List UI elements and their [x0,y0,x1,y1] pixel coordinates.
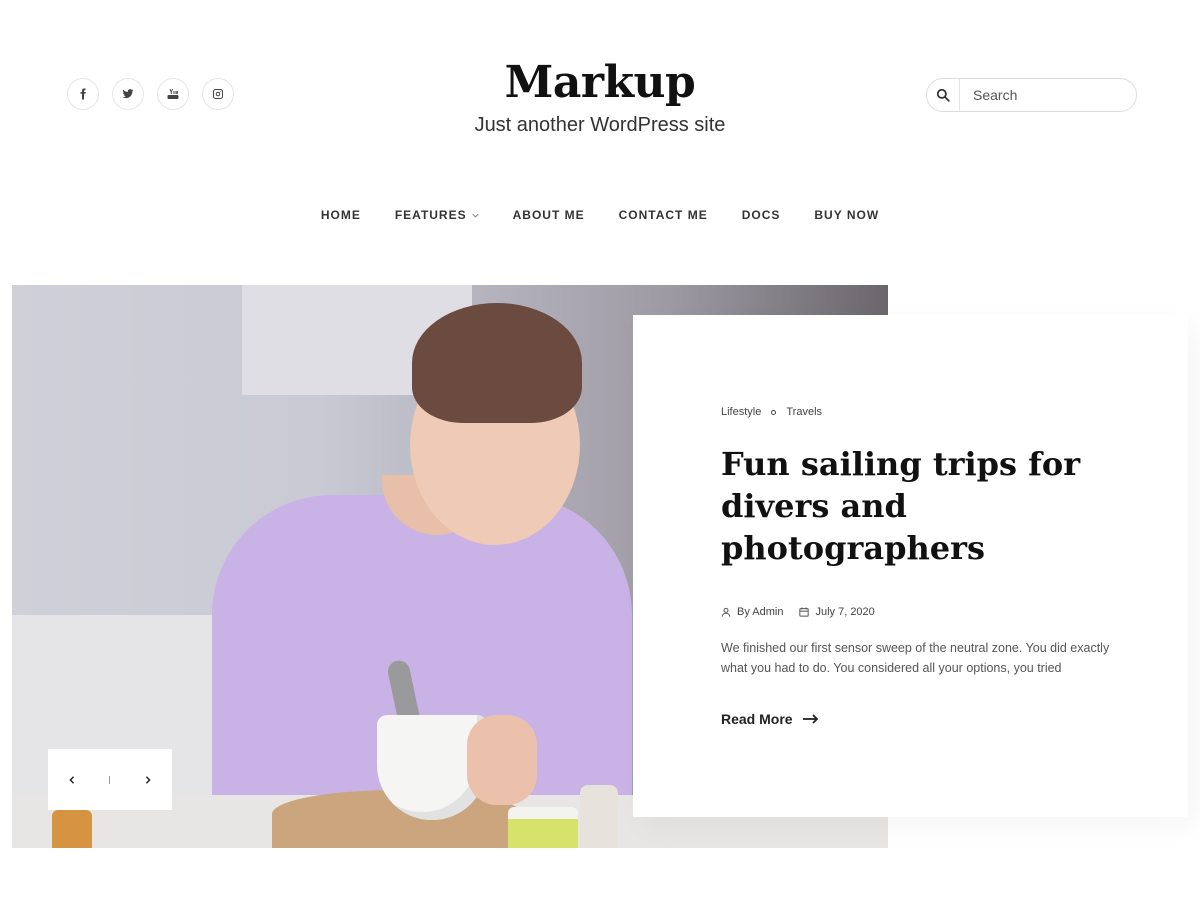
nav-item-label: DOCS [741,208,781,222]
nav-item-label: FEATURES [394,208,467,222]
nav-item-label: BUY NOW [814,208,880,222]
slider-prev-button[interactable] [62,770,82,790]
user-icon [721,607,731,617]
nav-item-about-me[interactable]: ABOUT ME [513,208,585,222]
glass-bottle [580,785,618,848]
chevron-right-icon [146,775,151,784]
post-categories: Lifestyle Travels [721,406,822,418]
featured-post-card: Lifestyle Travels Fun sailing trips for … [633,315,1188,817]
slider-controls [48,749,172,810]
nav-item-label: HOME [320,208,361,222]
post-author[interactable]: By Admin [721,606,783,618]
woman-hand [467,715,537,805]
post-excerpt: We finished our first sensor sweep of th… [721,641,1110,675]
read-more-label: Read More [721,711,793,727]
nav-item-features[interactable]: FEATURES [395,208,479,222]
post-author-label: By Admin [737,606,784,618]
nav-item-label: CONTACT ME [618,208,708,222]
nav-item-contact-me[interactable]: CONTACT ME [619,208,708,222]
nav-item-label: ABOUT ME [512,208,585,222]
category-link-lifestyle[interactable]: Lifestyle [721,406,761,418]
slider-next-button[interactable] [138,770,158,790]
site-tagline: Just another WordPress site [474,114,726,136]
search-input[interactable] [960,87,1136,103]
slider-divider [109,775,111,784]
main-nav: HOME FEATURES ABOUT ME CONTACT ME DOCS B… [0,208,1200,222]
nav-item-home[interactable]: HOME [321,208,361,222]
search-button[interactable] [927,79,960,111]
nav-item-docs[interactable]: DOCS [742,208,781,222]
post-date[interactable]: July 7, 2020 [799,606,875,618]
post-meta: By Admin July 7, 2020 [721,606,875,618]
arrow-right-icon [802,714,818,724]
cream-jar [508,807,578,848]
category-link-travels[interactable]: Travels [786,406,822,418]
chevron-left-icon [69,775,74,784]
read-more-link[interactable]: Read More [721,711,819,727]
oil-bottle [52,810,92,848]
post-date-label: July 7, 2020 [815,606,875,618]
woman-hair [412,303,582,423]
post-title[interactable]: Fun sailing trips for divers and photogr… [721,443,1121,569]
category-separator [771,409,777,415]
search-icon [936,88,950,102]
search-form [926,78,1137,112]
calendar-icon [799,607,810,617]
chevron-down-icon [471,213,479,218]
nav-item-buy-now[interactable]: BUY NOW [814,208,879,222]
